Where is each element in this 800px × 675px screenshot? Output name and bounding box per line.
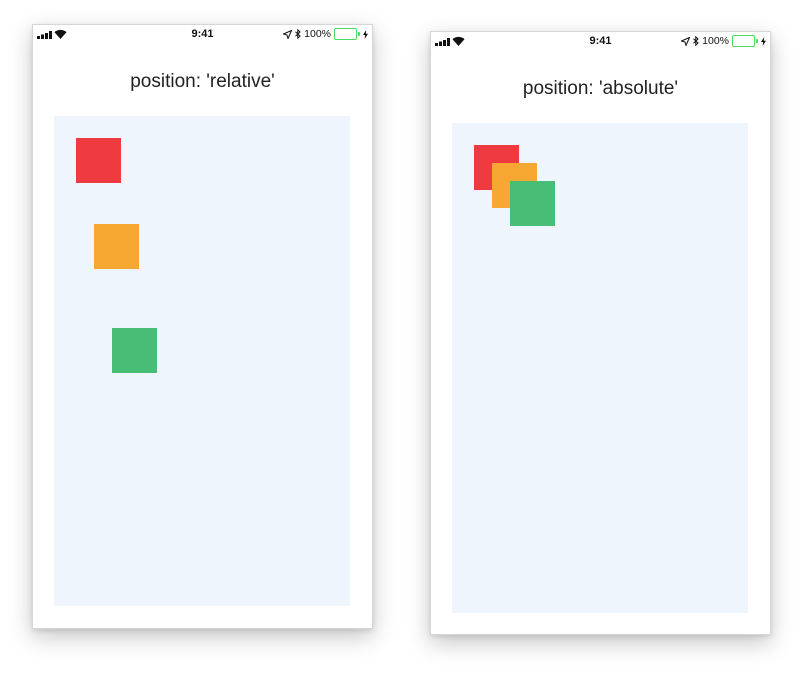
green-box <box>112 328 157 373</box>
phone-screen-relative: 9:41 100% position: 'relative' <box>32 24 373 629</box>
charging-bolt-icon <box>363 29 368 39</box>
battery-icon <box>334 28 360 40</box>
demo-container <box>54 116 350 606</box>
status-right: 100% <box>681 35 766 47</box>
phone-screen-absolute: 9:41 100% position: 'absolute' <box>430 31 771 635</box>
battery-icon <box>732 35 758 47</box>
status-right: 100% <box>283 28 368 40</box>
green-box <box>510 181 555 226</box>
status-bar: 9:41 100% <box>431 32 770 50</box>
screen-title: position: 'absolute' <box>522 78 679 99</box>
location-arrow-icon <box>681 36 691 46</box>
status-bar: 9:41 100% <box>33 25 372 43</box>
battery-percentage: 100% <box>304 28 331 40</box>
charging-bolt-icon <box>761 36 766 46</box>
orange-box <box>94 224 139 269</box>
screen-title: position: 'relative' <box>130 71 275 92</box>
bluetooth-icon <box>295 29 301 39</box>
red-box <box>76 138 121 183</box>
bluetooth-icon <box>693 36 699 46</box>
demo-container <box>452 123 748 613</box>
location-arrow-icon <box>283 29 293 39</box>
battery-percentage: 100% <box>702 35 729 47</box>
